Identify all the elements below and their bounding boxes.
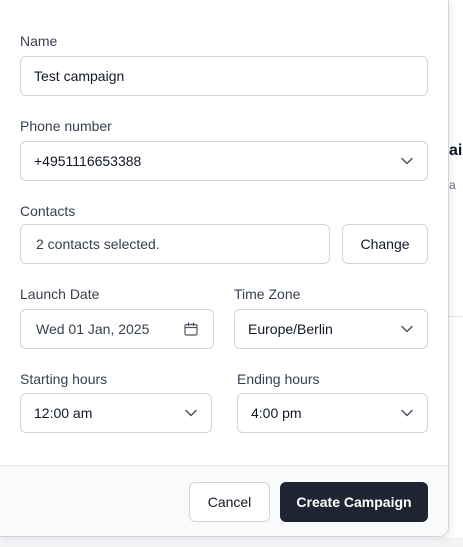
- chevron-down-icon: [401, 157, 413, 165]
- calendar-icon: [184, 322, 198, 336]
- starting-hours-select[interactable]: 12:00 am: [20, 393, 212, 433]
- chevron-down-icon: [401, 325, 413, 333]
- chevron-down-icon: [401, 409, 413, 417]
- launch-date-value: Wed 01 Jan, 2025: [36, 321, 150, 337]
- contacts-selection-field: 2 contacts selected.: [20, 224, 330, 264]
- cancel-button[interactable]: Cancel: [189, 482, 270, 522]
- phone-number-label: Phone number: [20, 118, 112, 134]
- background-heading-fragment: aig: [449, 142, 463, 159]
- ending-hours-value: 4:00 pm: [251, 405, 302, 421]
- create-campaign-modal: Name Test campaign Phone number +4951116…: [0, 0, 449, 537]
- chevron-down-icon: [185, 409, 197, 417]
- name-label: Name: [20, 33, 58, 49]
- name-input-value: Test campaign: [34, 68, 125, 84]
- starting-hours-value: 12:00 am: [34, 405, 93, 421]
- background-divider: [448, 316, 463, 317]
- time-zone-value: Europe/Berlin: [248, 321, 333, 337]
- create-campaign-button[interactable]: Create Campaign: [280, 482, 428, 522]
- modal-footer: Cancel Create Campaign: [0, 465, 448, 536]
- ending-hours-label: Ending hours: [237, 371, 320, 387]
- change-contacts-button[interactable]: Change: [342, 224, 428, 264]
- contacts-selection-value: 2 contacts selected.: [36, 236, 160, 252]
- launch-date-label: Launch Date: [20, 286, 100, 302]
- name-input[interactable]: Test campaign: [20, 56, 428, 96]
- time-zone-select[interactable]: Europe/Berlin: [234, 309, 428, 349]
- background-page-edge: [448, 0, 463, 547]
- starting-hours-label: Starting hours: [20, 371, 108, 387]
- phone-number-value: +4951116653388: [34, 153, 142, 169]
- contacts-label: Contacts: [20, 203, 76, 219]
- background-text-fragment: a: [449, 178, 456, 192]
- launch-date-picker[interactable]: Wed 01 Jan, 2025: [20, 309, 214, 349]
- phone-number-select[interactable]: +4951116653388: [20, 141, 428, 181]
- ending-hours-select[interactable]: 4:00 pm: [237, 393, 428, 433]
- time-zone-label: Time Zone: [234, 286, 301, 302]
- background-bottom-strip: [0, 537, 463, 547]
